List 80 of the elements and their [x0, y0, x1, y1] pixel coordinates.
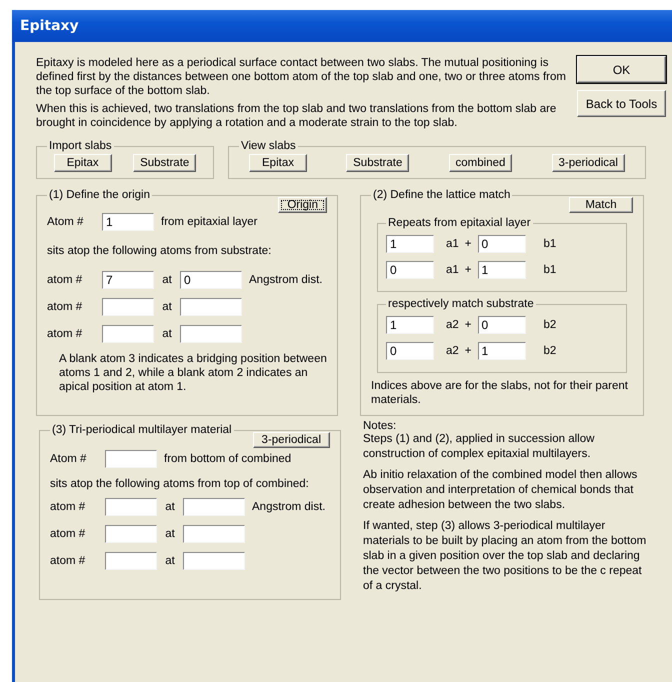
- dialog-button[interactable]: Back to Tools: [577, 90, 666, 117]
- intro-text: When this is achieved, two translations from the top slab and two translations from the bottom slab are brought in coincidence by applying a rotation and a moderate strain to the top slab.: [36, 102, 558, 130]
- plus-sign: +: [464, 264, 472, 276]
- notes-text: If wanted, step (3) allows 3-periodical multilayer materials to be built by placing an atom from the bottom slab in a given position over the top slab and declaring the vector between the two positions to be the c repeat of a crystal.: [363, 519, 648, 594]
- input-field[interactable]: 1: [478, 261, 526, 279]
- field-label: atom #: [47, 301, 84, 313]
- input-field[interactable]: [183, 525, 245, 543]
- input-field[interactable]: [105, 552, 157, 570]
- field-label: Atom #: [47, 216, 84, 228]
- field-label: atom #: [50, 528, 86, 540]
- instruction-text: sits atop the following atoms from top of combined:: [50, 478, 310, 490]
- view-button[interactable]: combined: [448, 154, 512, 172]
- field-label: at: [161, 328, 173, 340]
- input-field[interactable]: 1: [478, 342, 526, 360]
- field-label: from bottom of combined: [164, 453, 292, 465]
- field-label: at: [164, 501, 176, 513]
- vector-label: b2: [544, 345, 556, 357]
- field-label: at: [161, 274, 173, 286]
- group-title: (2) Define the lattice match: [372, 189, 512, 201]
- group-title: Import slabs: [48, 140, 113, 152]
- group-title: View slabs: [240, 140, 297, 152]
- import-button[interactable]: Substrate: [133, 154, 196, 172]
- field-label: Atom #: [50, 453, 88, 465]
- window-title: Epitaxy: [20, 18, 79, 34]
- input-field[interactable]: [102, 325, 154, 343]
- vector-label: b1: [544, 264, 556, 276]
- input-field[interactable]: [180, 325, 242, 343]
- input-field[interactable]: 7: [102, 271, 154, 289]
- field-label: at: [164, 528, 176, 540]
- input-field[interactable]: 0: [180, 271, 242, 289]
- vector-label: b2: [544, 319, 556, 331]
- notes-title: Notes:: [363, 420, 398, 432]
- input-field[interactable]: 0: [478, 235, 526, 253]
- intro-text: Epitaxy is modeled here as a periodical surface contact between two slabs. The mutual positioning is defined first by the distances between one bottom atom of the top slab and one, two or three atoms from the top surface of the bottom slab.: [36, 56, 567, 98]
- input-field[interactable]: [183, 552, 245, 570]
- note-text: A blank atom 3 indicates a bridging position between atoms 1 and 2, while a blank atom 2 indicates an apical position at atom 1.: [59, 352, 327, 394]
- group-title: (1) Define the origin: [48, 189, 151, 201]
- notes-text: Ab initio relaxation of the combined model then allows observation and interpretation of chemical bonds that create adhesion between the two slabs.: [363, 468, 638, 513]
- dialog-button[interactable]: OK: [577, 56, 666, 83]
- input-field[interactable]: [105, 450, 157, 468]
- input-field[interactable]: 0: [386, 261, 434, 279]
- plus-sign: +: [464, 319, 472, 331]
- plus-sign: +: [464, 345, 472, 357]
- input-field[interactable]: [180, 298, 242, 316]
- group-title: respectively match substrate: [387, 298, 535, 310]
- vector-label: a2: [446, 319, 459, 331]
- input-field[interactable]: 0: [478, 316, 526, 334]
- field-label: at: [164, 555, 176, 567]
- field-label: atom #: [50, 555, 86, 567]
- unit-label: Angstrom dist.: [252, 501, 326, 513]
- field-label: atom #: [50, 501, 86, 513]
- vector-label: a2: [446, 345, 459, 357]
- group-title: Repeats from epitaxial layer: [387, 217, 532, 229]
- view-button[interactable]: 3-periodical: [552, 154, 625, 172]
- view-button[interactable]: Epitax: [249, 154, 307, 172]
- instruction-text: sits atop the following atoms from substrate:: [47, 245, 272, 257]
- input-field[interactable]: 1: [102, 213, 154, 231]
- plus-sign: +: [464, 238, 472, 250]
- input-field[interactable]: [102, 298, 154, 316]
- group-title: (3) Tri-periodical multilayer material: [51, 424, 233, 436]
- unit-label: Angstrom dist.: [249, 274, 322, 286]
- input-field[interactable]: 0: [386, 342, 434, 360]
- vector-label: a1: [446, 264, 459, 276]
- view-button[interactable]: Substrate: [346, 154, 410, 172]
- notes-text: Steps (1) and (2), applied in succession allow construction of complex epitaxial multilayers.: [363, 432, 596, 462]
- input-field[interactable]: [105, 525, 157, 543]
- periodical-button[interactable]: 3-periodical: [252, 432, 330, 448]
- field-label: atom #: [47, 274, 84, 286]
- input-field[interactable]: [105, 498, 157, 516]
- field-label: from epitaxial layer: [161, 216, 258, 228]
- input-field[interactable]: 1: [386, 235, 434, 253]
- input-field[interactable]: 1: [386, 316, 434, 334]
- vector-label: a1: [446, 238, 459, 250]
- import-button[interactable]: Epitax: [54, 154, 112, 172]
- field-label: atom #: [47, 328, 84, 340]
- note-text: Indices above are for the slabs, not for their parent materials.: [371, 379, 629, 407]
- vector-label: b1: [544, 238, 556, 250]
- input-field[interactable]: [183, 498, 245, 516]
- match-button[interactable]: Match: [569, 197, 633, 213]
- field-label: at: [161, 301, 173, 313]
